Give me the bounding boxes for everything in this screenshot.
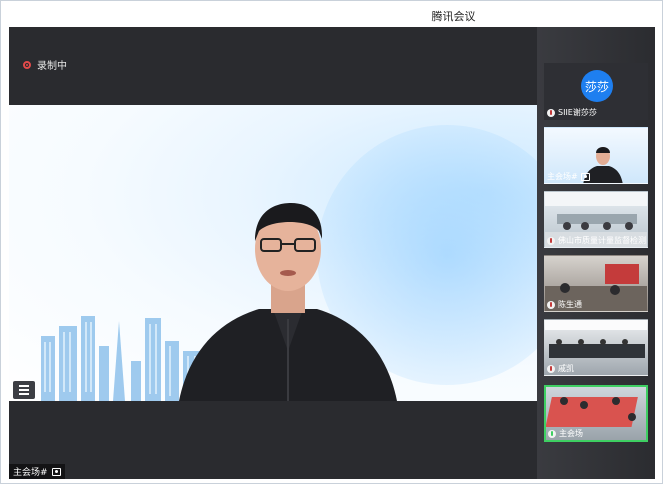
mic-active-icon bbox=[548, 429, 556, 438]
participant-tile[interactable]: 佛山市质量计量监督检测 bbox=[544, 191, 648, 248]
record-icon bbox=[23, 60, 31, 69]
participant-label: 主会场 bbox=[548, 428, 583, 439]
recording-label: 录制中 bbox=[37, 61, 67, 72]
speaker-video[interactable] bbox=[9, 105, 537, 401]
mic-muted-icon bbox=[547, 300, 555, 309]
recording-indicator[interactable]: 录制中 bbox=[23, 57, 67, 72]
mic-muted-icon bbox=[547, 236, 555, 245]
screen-icon bbox=[580, 172, 590, 181]
participant-tile[interactable]: 莎莎 SIIE谢莎莎 bbox=[544, 63, 648, 120]
participant-label: 陈生通 bbox=[547, 299, 582, 310]
participant-tile[interactable]: 主会场# bbox=[544, 127, 648, 184]
participant-sidebar: 莎莎 SIIE谢莎莎 主会场# 佛山市质量计量监督检测 陈生通 戚凯 主会场 bbox=[537, 27, 655, 479]
title-bar: 腾讯会议 bbox=[1, 1, 662, 27]
speaker-name: 主会场# bbox=[13, 468, 48, 478]
mic-muted-icon bbox=[547, 364, 555, 373]
participant-label: 主会场# bbox=[547, 171, 590, 182]
window-title: 腾讯会议 bbox=[431, 10, 476, 23]
menu-icon[interactable] bbox=[13, 381, 35, 399]
avatar: 莎莎 bbox=[581, 70, 613, 102]
mic-muted-icon bbox=[547, 108, 555, 117]
participant-tile[interactable]: 陈生通 bbox=[544, 255, 648, 312]
participant-label: 戚凯 bbox=[547, 363, 574, 374]
screen-icon bbox=[51, 467, 61, 476]
speaker-name-tag: 主会场# bbox=[9, 464, 65, 479]
participant-tile-active[interactable]: 主会场 bbox=[544, 385, 648, 442]
participant-label: SIIE谢莎莎 bbox=[547, 107, 597, 118]
speaker-person bbox=[179, 203, 397, 401]
meeting-window: 腾讯会议 录制中 主会场# 莎莎 SIIE谢莎莎 主会场# 佛山市质量计量监督检… bbox=[0, 0, 663, 484]
main-video-area: 录制中 主会场# bbox=[9, 27, 537, 479]
participant-tile[interactable]: 戚凯 bbox=[544, 319, 648, 376]
participant-label: 佛山市质量计量监督检测 bbox=[547, 235, 646, 246]
